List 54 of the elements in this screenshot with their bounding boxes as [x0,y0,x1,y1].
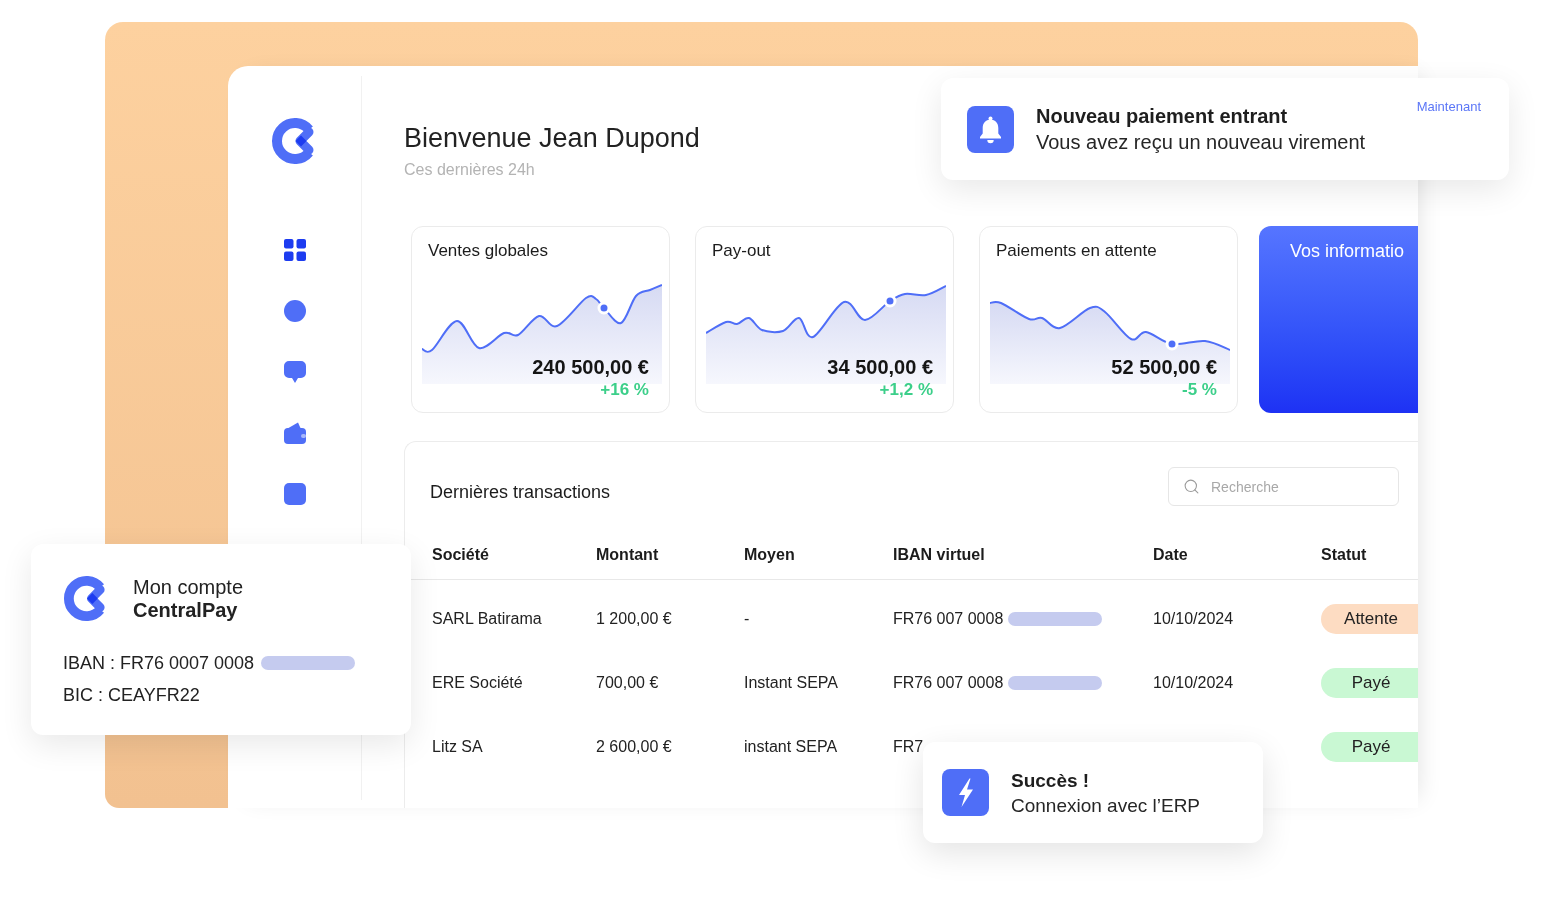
toast-title: Succès ! [1011,768,1091,793]
column-header: IBAN virtuel [893,545,985,565]
table-cell-text: 10/10/2024 [1153,609,1234,629]
table-cell-text: 700,00 € [596,673,659,693]
status-badge: Attente [1321,604,1418,634]
page-subtitle: Ces dernières 24h [404,160,535,180]
status-badge: Payé [1321,668,1418,698]
card-title: Pay-out [712,240,771,262]
search-field[interactable]: Recherche [1168,467,1399,506]
chat-bubble-icon[interactable] [283,361,306,383]
table-cell-text: 1 200,00 € [596,609,672,629]
circle-icon[interactable] [283,300,306,322]
table-cell-text: 10/10/2024 [1153,673,1234,693]
notification-time: Maintenant [1416,99,1481,115]
square-icon[interactable] [283,483,306,505]
account-title: Mon compte [133,575,244,599]
wallet-icon[interactable] [283,422,306,444]
section-title: Dernières transactions [430,480,611,504]
iban-text: FR76 007 0008 [893,673,1004,693]
status-badge: Payé [1321,732,1418,762]
column-header: Date [1153,545,1188,565]
column-header: Société [432,545,489,565]
search-icon [1183,478,1200,495]
card-title: Vos informatio [1290,241,1405,261]
notification-title: Nouveau paiement entrant [1036,104,1289,129]
amount-value: 240 500,00 € [532,355,649,379]
table-cell-text: - [744,609,750,629]
lightning-icon [942,769,989,816]
change-value: +1,2 % [879,379,933,400]
card-title: Paiements en attente [996,240,1157,262]
column-header: Montant [596,545,659,565]
column-header: Statut [1321,545,1367,565]
column-header: Moyen [744,545,795,565]
page-title: Bienvenue Jean Dupond [404,122,700,154]
amount-value: 34 500,00 € [827,355,933,379]
card-title: Ventes globales [428,240,549,262]
brand-name: CentralPay [133,598,239,622]
table-cell-text: instant SEPA [744,737,838,757]
change-value: -5 % [1182,379,1217,400]
notification-message: Vous avez reçu un nouveau virement [1036,130,1366,155]
toast-message: Connexion avec l’ERP [1011,793,1201,818]
iban-text: FR7 [893,737,924,757]
grid-icon[interactable] [283,239,306,261]
bic-text: BIC : CEAYFR22 [63,684,200,707]
bell-icon [967,105,1014,153]
table-cell-text: SARL Batirama [432,609,542,629]
amount-value: 52 500,00 € [1111,355,1217,379]
table-cell-text: 2 600,00 € [596,737,672,757]
iban-text: FR76 007 0008 [893,609,1004,629]
change-value: +16 % [600,379,649,400]
table-cell-text: Litz SA [432,737,483,757]
table-cell-text: ERE Société [432,673,523,693]
iban-text: IBAN : FR76 0007 0008 [63,652,255,675]
table-cell-text: Instant SEPA [744,673,838,693]
